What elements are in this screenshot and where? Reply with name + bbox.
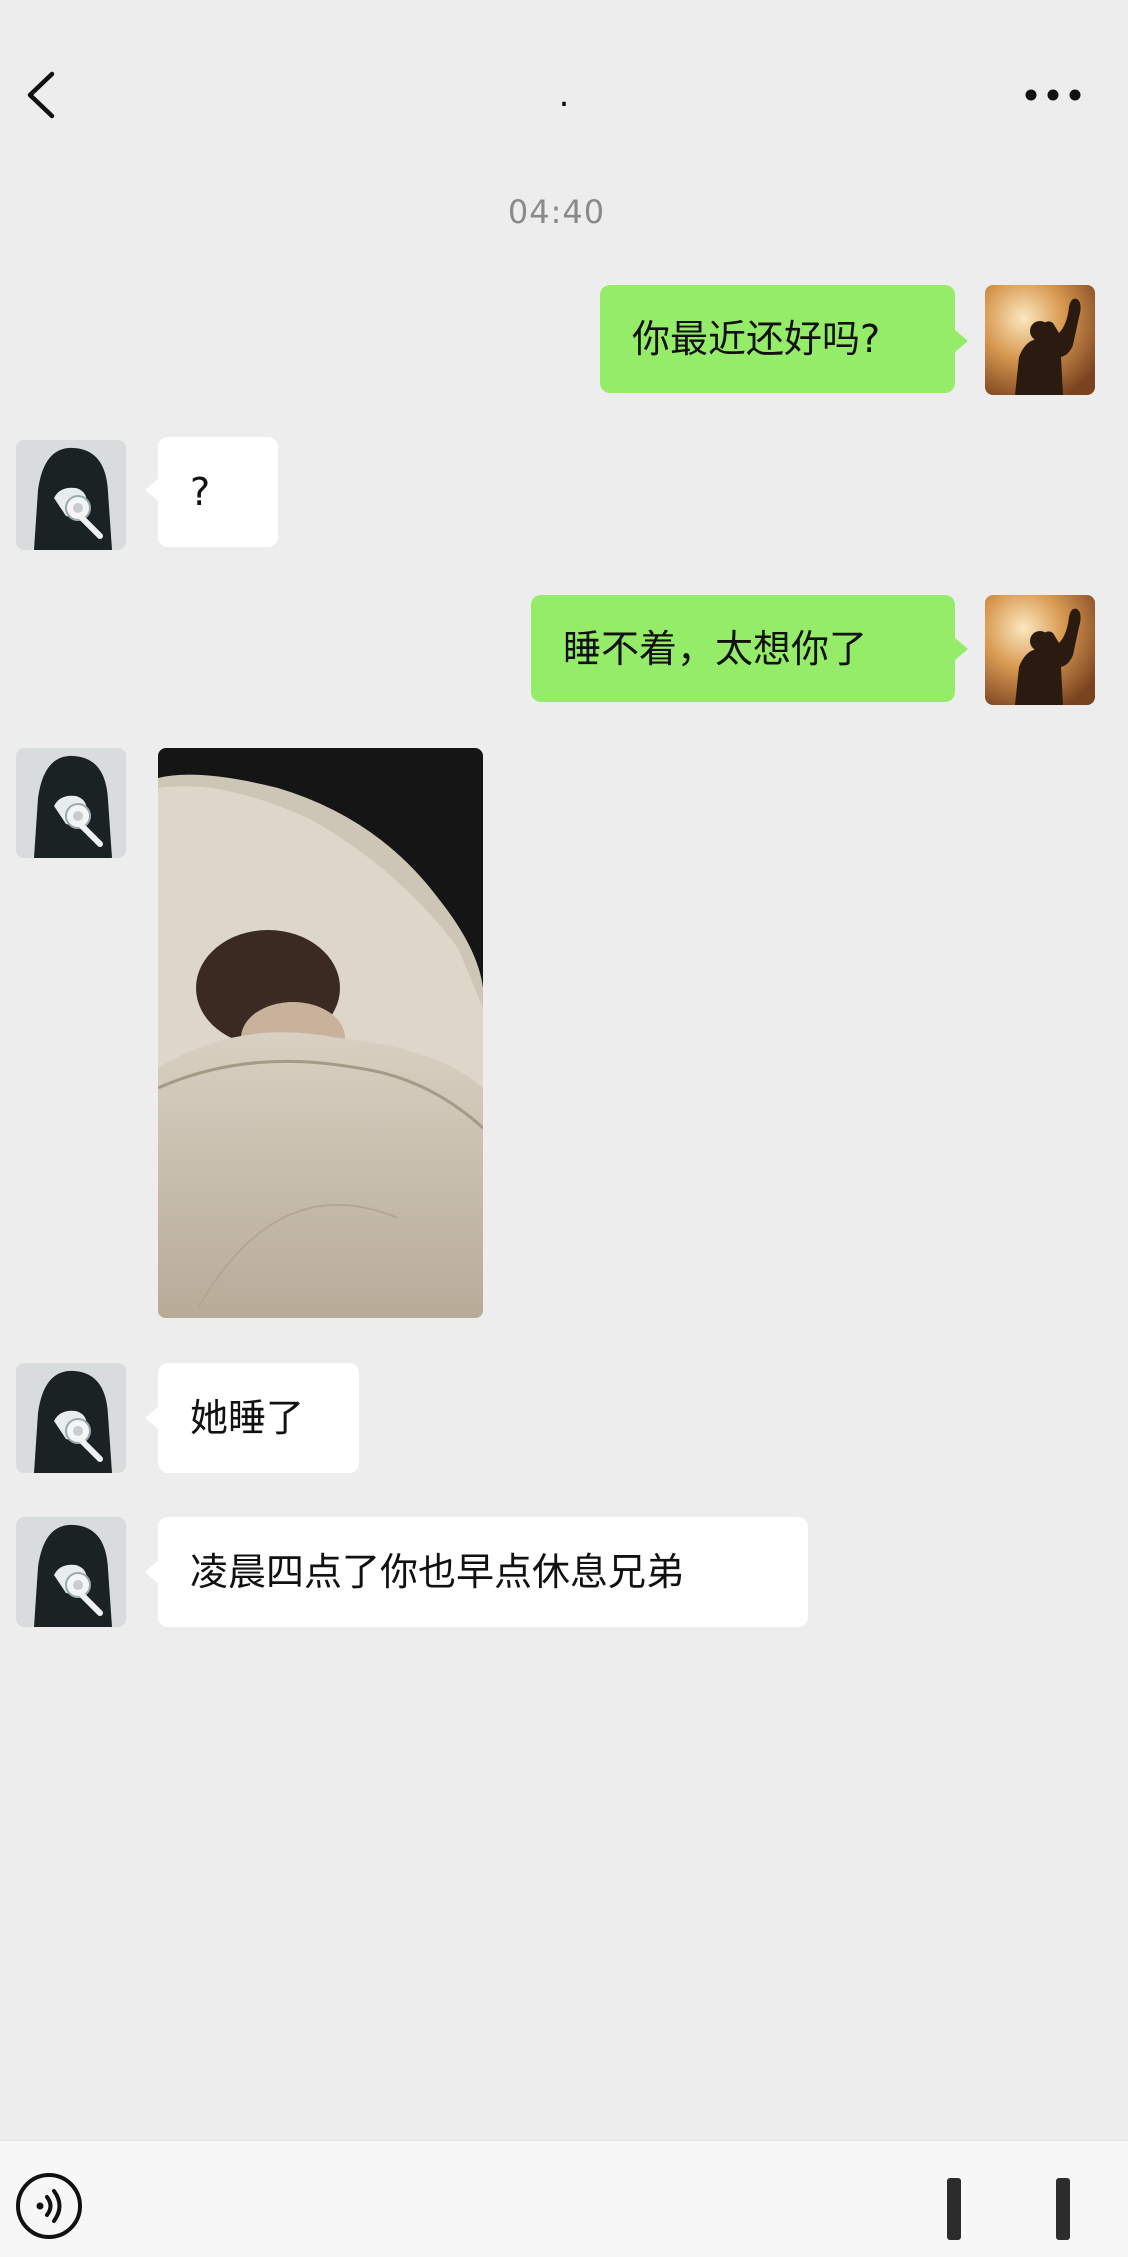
message-bubble-sent[interactable]: 睡不着，太想你了 (531, 595, 955, 702)
message-bubble-received[interactable]: ? (158, 437, 278, 547)
message-bubble-sent[interactable]: 你最近还好吗? (600, 285, 955, 393)
message-timestamp: 04:40 (507, 193, 606, 231)
contact-avatar[interactable] (16, 1363, 126, 1473)
voice-input-icon (16, 2173, 82, 2239)
message-text: 睡不着，太想你了 (563, 626, 868, 671)
bubble-tail (955, 638, 968, 660)
more-dots-icon (1025, 89, 1081, 101)
chat-title: . (558, 75, 570, 115)
bottom-bar-mark (947, 2178, 961, 2240)
message-bubble-received[interactable]: 她睡了 (158, 1363, 359, 1473)
bubble-tail (145, 1561, 158, 1583)
message-text: 你最近还好吗? (632, 317, 881, 361)
chevron-left-icon (27, 71, 55, 119)
contact-avatar[interactable] (16, 748, 126, 858)
back-button[interactable] (22, 70, 62, 120)
photo-sleeping-person (158, 748, 483, 1318)
my-avatar[interactable] (985, 595, 1095, 705)
my-avatar[interactable] (985, 285, 1095, 395)
bubble-tail (145, 1407, 158, 1429)
more-button[interactable] (1024, 78, 1082, 112)
message-text: 她睡了 (190, 1396, 305, 1440)
message-text: ? (190, 470, 211, 514)
voice-input-button[interactable] (14, 2171, 84, 2241)
bottom-bar-mark (1056, 2178, 1070, 2240)
bubble-tail (955, 330, 968, 352)
contact-avatar[interactable] (16, 1517, 126, 1627)
bubble-tail (145, 479, 158, 501)
message-text: 凌晨四点了你也早点休息兄弟 (190, 1550, 685, 1594)
image-message[interactable] (158, 748, 483, 1318)
message-bubble-received[interactable]: 凌晨四点了你也早点休息兄弟 (158, 1517, 808, 1627)
contact-avatar[interactable] (16, 440, 126, 550)
